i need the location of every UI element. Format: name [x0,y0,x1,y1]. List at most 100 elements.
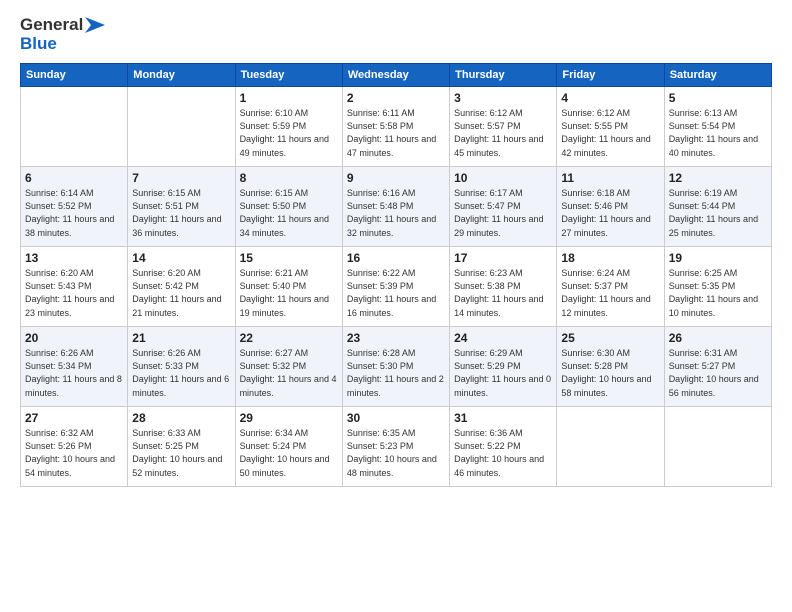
day-info: Sunrise: 6:22 AMSunset: 5:39 PMDaylight:… [347,267,445,319]
calendar-cell: 21Sunrise: 6:26 AMSunset: 5:33 PMDayligh… [128,327,235,407]
day-number: 8 [240,171,338,185]
day-number: 4 [561,91,659,105]
calendar-week-row: 6Sunrise: 6:14 AMSunset: 5:52 PMDaylight… [21,167,772,247]
day-info: Sunrise: 6:26 AMSunset: 5:33 PMDaylight:… [132,347,230,399]
calendar-cell [128,87,235,167]
day-info: Sunrise: 6:23 AMSunset: 5:38 PMDaylight:… [454,267,552,319]
day-info: Sunrise: 6:11 AMSunset: 5:58 PMDaylight:… [347,107,445,159]
weekday-saturday: Saturday [664,64,771,87]
calendar-cell: 15Sunrise: 6:21 AMSunset: 5:40 PMDayligh… [235,247,342,327]
calendar-cell: 9Sunrise: 6:16 AMSunset: 5:48 PMDaylight… [342,167,449,247]
day-info: Sunrise: 6:27 AMSunset: 5:32 PMDaylight:… [240,347,338,399]
calendar-week-row: 27 Sunrise: 6:32 AMSunset: 5:26 PMDayligh… [21,407,772,487]
calendar-cell: 5 Sunrise: 6:13 AMSunset: 5:54 PMDaylight… [664,87,771,167]
day-number: 7 [132,171,230,185]
day-info: Sunrise: 6:21 AMSunset: 5:40 PMDaylight:… [240,267,338,319]
calendar-cell: 16 Sunrise: 6:22 AMSunset: 5:39 PMDayligh… [342,247,449,327]
calendar-week-row: 1 Sunrise: 6:10 AMSunset: 5:59 PMDaylight… [21,87,772,167]
day-number: 20 [25,331,123,345]
calendar-cell [664,407,771,487]
day-number: 31 [454,411,552,425]
day-info: Sunrise: 6:13 AMSunset: 5:54 PMDaylight:… [669,107,767,159]
day-number: 24 [454,331,552,345]
day-info: Sunrise: 6:31 AMSunset: 5:27 PMDaylight:… [669,347,767,399]
day-info: Sunrise: 6:35 AMSunset: 5:23 PMDaylight:… [347,427,445,479]
day-info: Sunrise: 6:12 AMSunset: 5:57 PMDaylight:… [454,107,552,159]
calendar-cell: 24Sunrise: 6:29 AMSunset: 5:29 PMDayligh… [450,327,557,407]
day-info: Sunrise: 6:34 AMSunset: 5:24 PMDaylight:… [240,427,338,479]
day-number: 5 [669,91,767,105]
day-info: Sunrise: 6:30 AMSunset: 5:28 PMDaylight:… [561,347,659,399]
calendar-cell: 19 Sunrise: 6:25 AMSunset: 5:35 PMDayligh… [664,247,771,327]
day-info: Sunrise: 6:12 AMSunset: 5:55 PMDaylight:… [561,107,659,159]
calendar-cell: 31Sunrise: 6:36 AMSunset: 5:22 PMDayligh… [450,407,557,487]
calendar-cell [21,87,128,167]
weekday-friday: Friday [557,64,664,87]
day-number: 13 [25,251,123,265]
calendar-cell: 1 Sunrise: 6:10 AMSunset: 5:59 PMDaylight… [235,87,342,167]
calendar-week-row: 13 Sunrise: 6:20 AMSunset: 5:43 PMDayligh… [21,247,772,327]
calendar-cell: 14 Sunrise: 6:20 AMSunset: 5:42 PMDayligh… [128,247,235,327]
day-number: 14 [132,251,230,265]
day-info: Sunrise: 6:28 AMSunset: 5:30 PMDaylight:… [347,347,445,399]
day-number: 2 [347,91,445,105]
page: General Blue SundayMondayTuesdayWednesda… [0,0,792,612]
calendar-cell: 25 Sunrise: 6:30 AMSunset: 5:28 PMDayligh… [557,327,664,407]
day-info: Sunrise: 6:18 AMSunset: 5:46 PMDaylight:… [561,187,659,239]
day-number: 30 [347,411,445,425]
calendar-cell [557,407,664,487]
day-number: 17 [454,251,552,265]
day-number: 6 [25,171,123,185]
calendar-cell: 8 Sunrise: 6:15 AMSunset: 5:50 PMDaylight… [235,167,342,247]
calendar-cell: 10 Sunrise: 6:17 AMSunset: 5:47 PMDayligh… [450,167,557,247]
logo-text: General Blue [20,16,105,53]
day-info: Sunrise: 6:15 AMSunset: 5:50 PMDaylight:… [240,187,338,239]
day-info: Sunrise: 6:10 AMSunset: 5:59 PMDaylight:… [240,107,338,159]
calendar-cell: 27 Sunrise: 6:32 AMSunset: 5:26 PMDayligh… [21,407,128,487]
day-info: Sunrise: 6:16 AMSunset: 5:48 PMDaylight:… [347,187,445,239]
calendar-cell: 20 Sunrise: 6:26 AMSunset: 5:34 PMDayligh… [21,327,128,407]
day-number: 12 [669,171,767,185]
weekday-header-row: SundayMondayTuesdayWednesdayThursdayFrid… [21,64,772,87]
day-number: 26 [669,331,767,345]
day-number: 11 [561,171,659,185]
day-number: 16 [347,251,445,265]
calendar-week-row: 20 Sunrise: 6:26 AMSunset: 5:34 PMDayligh… [21,327,772,407]
day-number: 25 [561,331,659,345]
day-number: 29 [240,411,338,425]
day-number: 19 [669,251,767,265]
calendar-cell: 11 Sunrise: 6:18 AMSunset: 5:46 PMDayligh… [557,167,664,247]
day-number: 3 [454,91,552,105]
day-info: Sunrise: 6:25 AMSunset: 5:35 PMDaylight:… [669,267,767,319]
calendar-cell: 12Sunrise: 6:19 AMSunset: 5:44 PMDayligh… [664,167,771,247]
header: General Blue [20,16,772,53]
calendar-cell: 26 Sunrise: 6:31 AMSunset: 5:27 PMDayligh… [664,327,771,407]
day-info: Sunrise: 6:32 AMSunset: 5:26 PMDaylight:… [25,427,123,479]
day-info: Sunrise: 6:17 AMSunset: 5:47 PMDaylight:… [454,187,552,239]
calendar-cell: 29 Sunrise: 6:34 AMSunset: 5:24 PMDayligh… [235,407,342,487]
calendar-cell: 17 Sunrise: 6:23 AMSunset: 5:38 PMDayligh… [450,247,557,327]
calendar-cell: 2 Sunrise: 6:11 AMSunset: 5:58 PMDaylight… [342,87,449,167]
day-info: Sunrise: 6:24 AMSunset: 5:37 PMDaylight:… [561,267,659,319]
calendar-cell: 3 Sunrise: 6:12 AMSunset: 5:57 PMDaylight… [450,87,557,167]
calendar-cell: 22Sunrise: 6:27 AMSunset: 5:32 PMDayligh… [235,327,342,407]
weekday-wednesday: Wednesday [342,64,449,87]
calendar-cell: 7Sunrise: 6:15 AMSunset: 5:51 PMDaylight… [128,167,235,247]
logo: General Blue [20,16,105,53]
calendar-cell: 4 Sunrise: 6:12 AMSunset: 5:55 PMDaylight… [557,87,664,167]
day-info: Sunrise: 6:26 AMSunset: 5:34 PMDaylight:… [25,347,123,399]
weekday-monday: Monday [128,64,235,87]
weekday-thursday: Thursday [450,64,557,87]
day-info: Sunrise: 6:20 AMSunset: 5:43 PMDaylight:… [25,267,123,319]
day-number: 1 [240,91,338,105]
day-number: 27 [25,411,123,425]
day-info: Sunrise: 6:20 AMSunset: 5:42 PMDaylight:… [132,267,230,319]
calendar-cell: 6Sunrise: 6:14 AMSunset: 5:52 PMDaylight… [21,167,128,247]
calendar-cell: 23Sunrise: 6:28 AMSunset: 5:30 PMDayligh… [342,327,449,407]
calendar-cell: 18Sunrise: 6:24 AMSunset: 5:37 PMDayligh… [557,247,664,327]
weekday-sunday: Sunday [21,64,128,87]
day-number: 10 [454,171,552,185]
day-info: Sunrise: 6:33 AMSunset: 5:25 PMDaylight:… [132,427,230,479]
calendar-table: SundayMondayTuesdayWednesdayThursdayFrid… [20,63,772,487]
weekday-tuesday: Tuesday [235,64,342,87]
